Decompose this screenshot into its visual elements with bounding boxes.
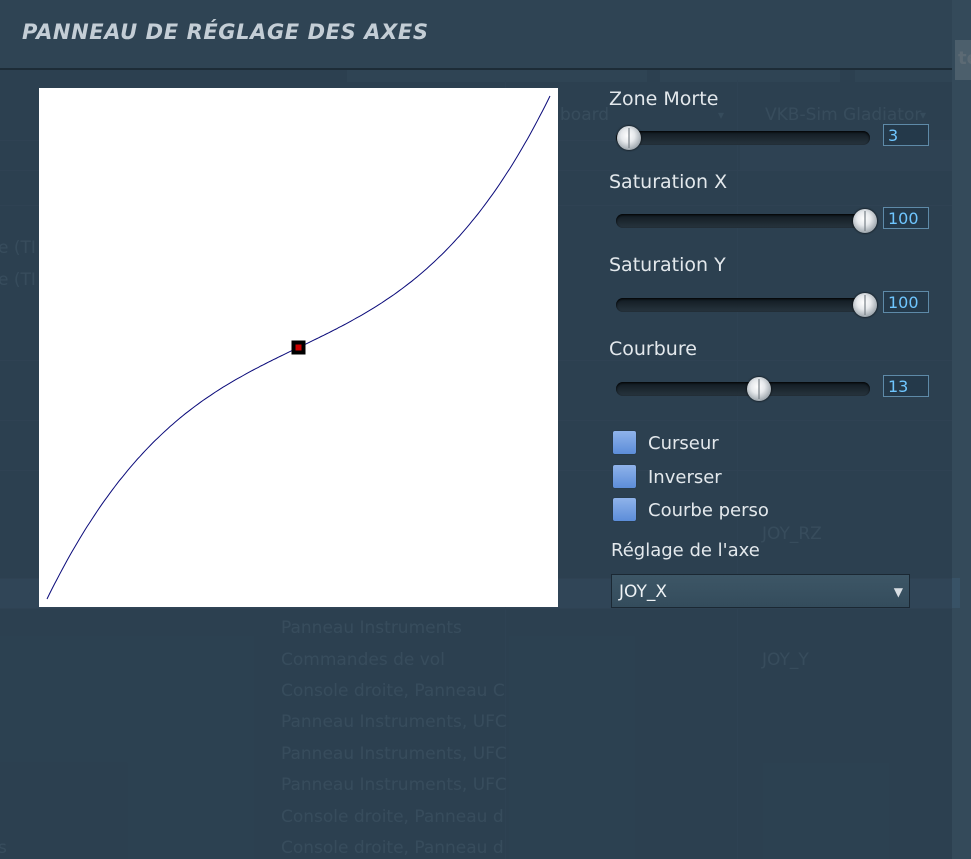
saturation-y-value-field[interactable]: 100 [883,291,929,313]
axis-select[interactable]: JOY_X ▼ [611,574,910,608]
deadzone-value-field[interactable]: 3 [883,124,929,146]
panel-titlebar: PANNEAU DE RÉGLAGE DES AXES [0,0,952,70]
deadzone-label: Zone Morte [609,88,719,110]
cursor-checkbox[interactable] [613,431,636,454]
deadzone-slider[interactable] [616,126,870,150]
saturation-x-value-field[interactable]: 100 [883,207,929,229]
axis-tuning-panel: PANNEAU DE RÉGLAGE DES AXES Zone Morte 3… [0,0,952,859]
curvature-value-field[interactable]: 13 [883,375,929,397]
background-side-button[interactable]: te [955,40,971,80]
axis-select-value: JOY_X [619,582,667,602]
response-curve-graph[interactable] [39,88,558,607]
invert-checkbox-label: Inverser [648,467,722,488]
curvature-slider-handle[interactable] [746,377,771,401]
curvature-label: Courbure [609,338,697,360]
curve-cursor-dot [295,344,302,351]
saturation-y-slider[interactable] [616,293,877,317]
background-side-button-label: te [958,48,971,69]
panel-title: PANNEAU DE RÉGLAGE DES AXES [22,20,429,44]
invert-checkbox[interactable] [613,465,636,488]
saturation-x-slider[interactable] [616,209,877,233]
saturation-x-slider-handle[interactable] [853,209,877,233]
curvature-slider[interactable] [616,377,870,401]
response-curve-svg [46,95,551,600]
background-scroll-strip [952,0,971,859]
custom-curve-checkbox[interactable] [613,498,636,521]
deadzone-slider-handle[interactable] [617,126,641,150]
axis-setting-label: Réglage de l'axe [611,540,760,561]
saturation-y-slider-handle[interactable] [853,293,877,317]
cursor-checkbox-label: Curseur [648,433,719,454]
chevron-down-icon: ▼ [893,585,903,599]
saturation-x-label: Saturation X [609,171,728,193]
saturation-y-label: Saturation Y [609,254,726,276]
custom-curve-checkbox-label: Courbe perso [648,500,769,521]
